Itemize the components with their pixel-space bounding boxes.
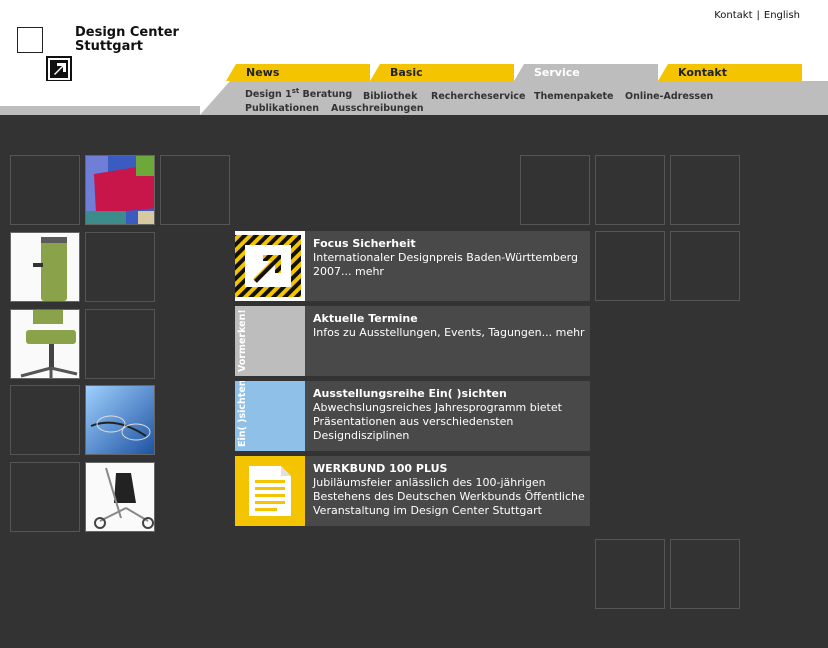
news-text: Aktuelle Termine Infos zu Ausstellungen,… <box>313 312 585 340</box>
grid-tile <box>670 539 740 609</box>
top-links: Kontakt | English <box>714 10 800 21</box>
grid-tile <box>10 385 80 455</box>
chair-bottom-image[interactable] <box>10 309 80 379</box>
yellow-black-arrow-logo-icon <box>235 231 305 301</box>
subnav-design-suffix: Beratung <box>299 89 353 101</box>
subnav-publikationen[interactable]: Publikationen <box>245 103 319 114</box>
tab-news[interactable]: News <box>226 64 370 81</box>
subnav-ausschreibungen[interactable]: Ausschreibungen <box>331 103 424 114</box>
link-separator: | <box>756 10 760 21</box>
document-icon <box>235 456 305 526</box>
english-link[interactable]: English <box>764 10 800 21</box>
subnav-slant <box>200 81 230 115</box>
news-title: WERKBUND 100 PLUS <box>313 462 448 475</box>
news-item-focus-sicherheit[interactable]: Focus Sicherheit Internationaler Designp… <box>235 231 590 301</box>
subnav-rechercheservice[interactable]: Rechercheservice <box>431 91 525 102</box>
subnav-bibliothek[interactable]: Bibliothek <box>363 91 417 102</box>
news-text: Ausstellungsreihe Ein( )sichten Abwechsl… <box>313 387 585 443</box>
vormerken-thumb: Vormerken! <box>235 306 305 376</box>
news-text: WERKBUND 100 PLUS Jubiläumsfeier anlässl… <box>313 462 585 518</box>
grid-tile <box>160 155 230 225</box>
tab-basic[interactable]: Basic <box>370 64 514 81</box>
chair-top-image[interactable] <box>10 232 80 302</box>
grid-tile <box>10 155 80 225</box>
glasses-image[interactable] <box>85 385 155 455</box>
news-item-ausstellungsreihe[interactable]: Ein( )sichten Ausstellungsreihe Ein( )si… <box>235 381 590 451</box>
news-text: Focus Sicherheit Internationaler Designp… <box>313 237 585 279</box>
grid-tile <box>85 309 155 379</box>
vormerken-label: Vormerken! <box>237 309 248 372</box>
news-description: Abwechslungsreiches Jahresprogramm biete… <box>313 401 562 442</box>
logo-square-icon[interactable] <box>17 27 43 53</box>
news-title: Ausstellungsreihe Ein( )sichten <box>313 387 507 400</box>
news-title: Aktuelle Termine <box>313 312 418 325</box>
grid-tile <box>595 231 665 301</box>
subnav-online-adressen[interactable]: Online-Adressen <box>625 91 713 102</box>
color-blocks-image[interactable] <box>85 155 155 225</box>
subnav-strip <box>0 106 200 115</box>
news-item-aktuelle-termine[interactable]: Vormerken! Aktuelle Termine Infos zu Aus… <box>235 306 590 376</box>
subnav-design-beratung[interactable]: Design 1st Beratung <box>245 87 352 100</box>
grid-tile <box>595 539 665 609</box>
news-description: Jubiläumsfeier anlässlich des 100-jährig… <box>313 476 585 517</box>
grid-tile <box>10 462 80 532</box>
news-item-werkbund[interactable]: WERKBUND 100 PLUS Jubiläumsfeier anlässl… <box>235 456 590 526</box>
subnav-themenpakete[interactable]: Themenpakete <box>534 91 614 102</box>
kontakt-link[interactable]: Kontakt <box>714 10 752 21</box>
grid-tile <box>85 232 155 302</box>
tab-service[interactable]: Service <box>514 64 658 81</box>
stroller-image[interactable] <box>85 462 155 532</box>
news-description: Infos zu Ausstellungen, Events, Tagungen… <box>313 326 585 339</box>
einsichten-label: Ein( )sichten <box>237 381 248 447</box>
logo-line-1: Design Center <box>75 25 179 40</box>
subnav-bar: Design 1st Beratung Bibliothek Recherche… <box>0 81 828 115</box>
grid-tile <box>595 155 665 225</box>
einsichten-thumb: Ein( )sichten <box>235 381 305 451</box>
grid-tile <box>670 155 740 225</box>
tab-kontakt[interactable]: Kontakt <box>658 64 802 81</box>
subnav-design-prefix: Design 1 <box>245 89 292 101</box>
news-title: Focus Sicherheit <box>313 237 416 250</box>
logo-title[interactable]: Design Center Stuttgart <box>75 26 179 54</box>
grid-tile <box>520 155 590 225</box>
grid-tile <box>670 231 740 301</box>
logo-line-2: Stuttgart <box>75 39 143 54</box>
logo-arrow-icon[interactable] <box>46 56 72 82</box>
news-description: Internationaler Designpreis Baden-Württe… <box>313 251 578 278</box>
header: Kontakt | English Design Center Stuttgart … <box>0 0 828 115</box>
